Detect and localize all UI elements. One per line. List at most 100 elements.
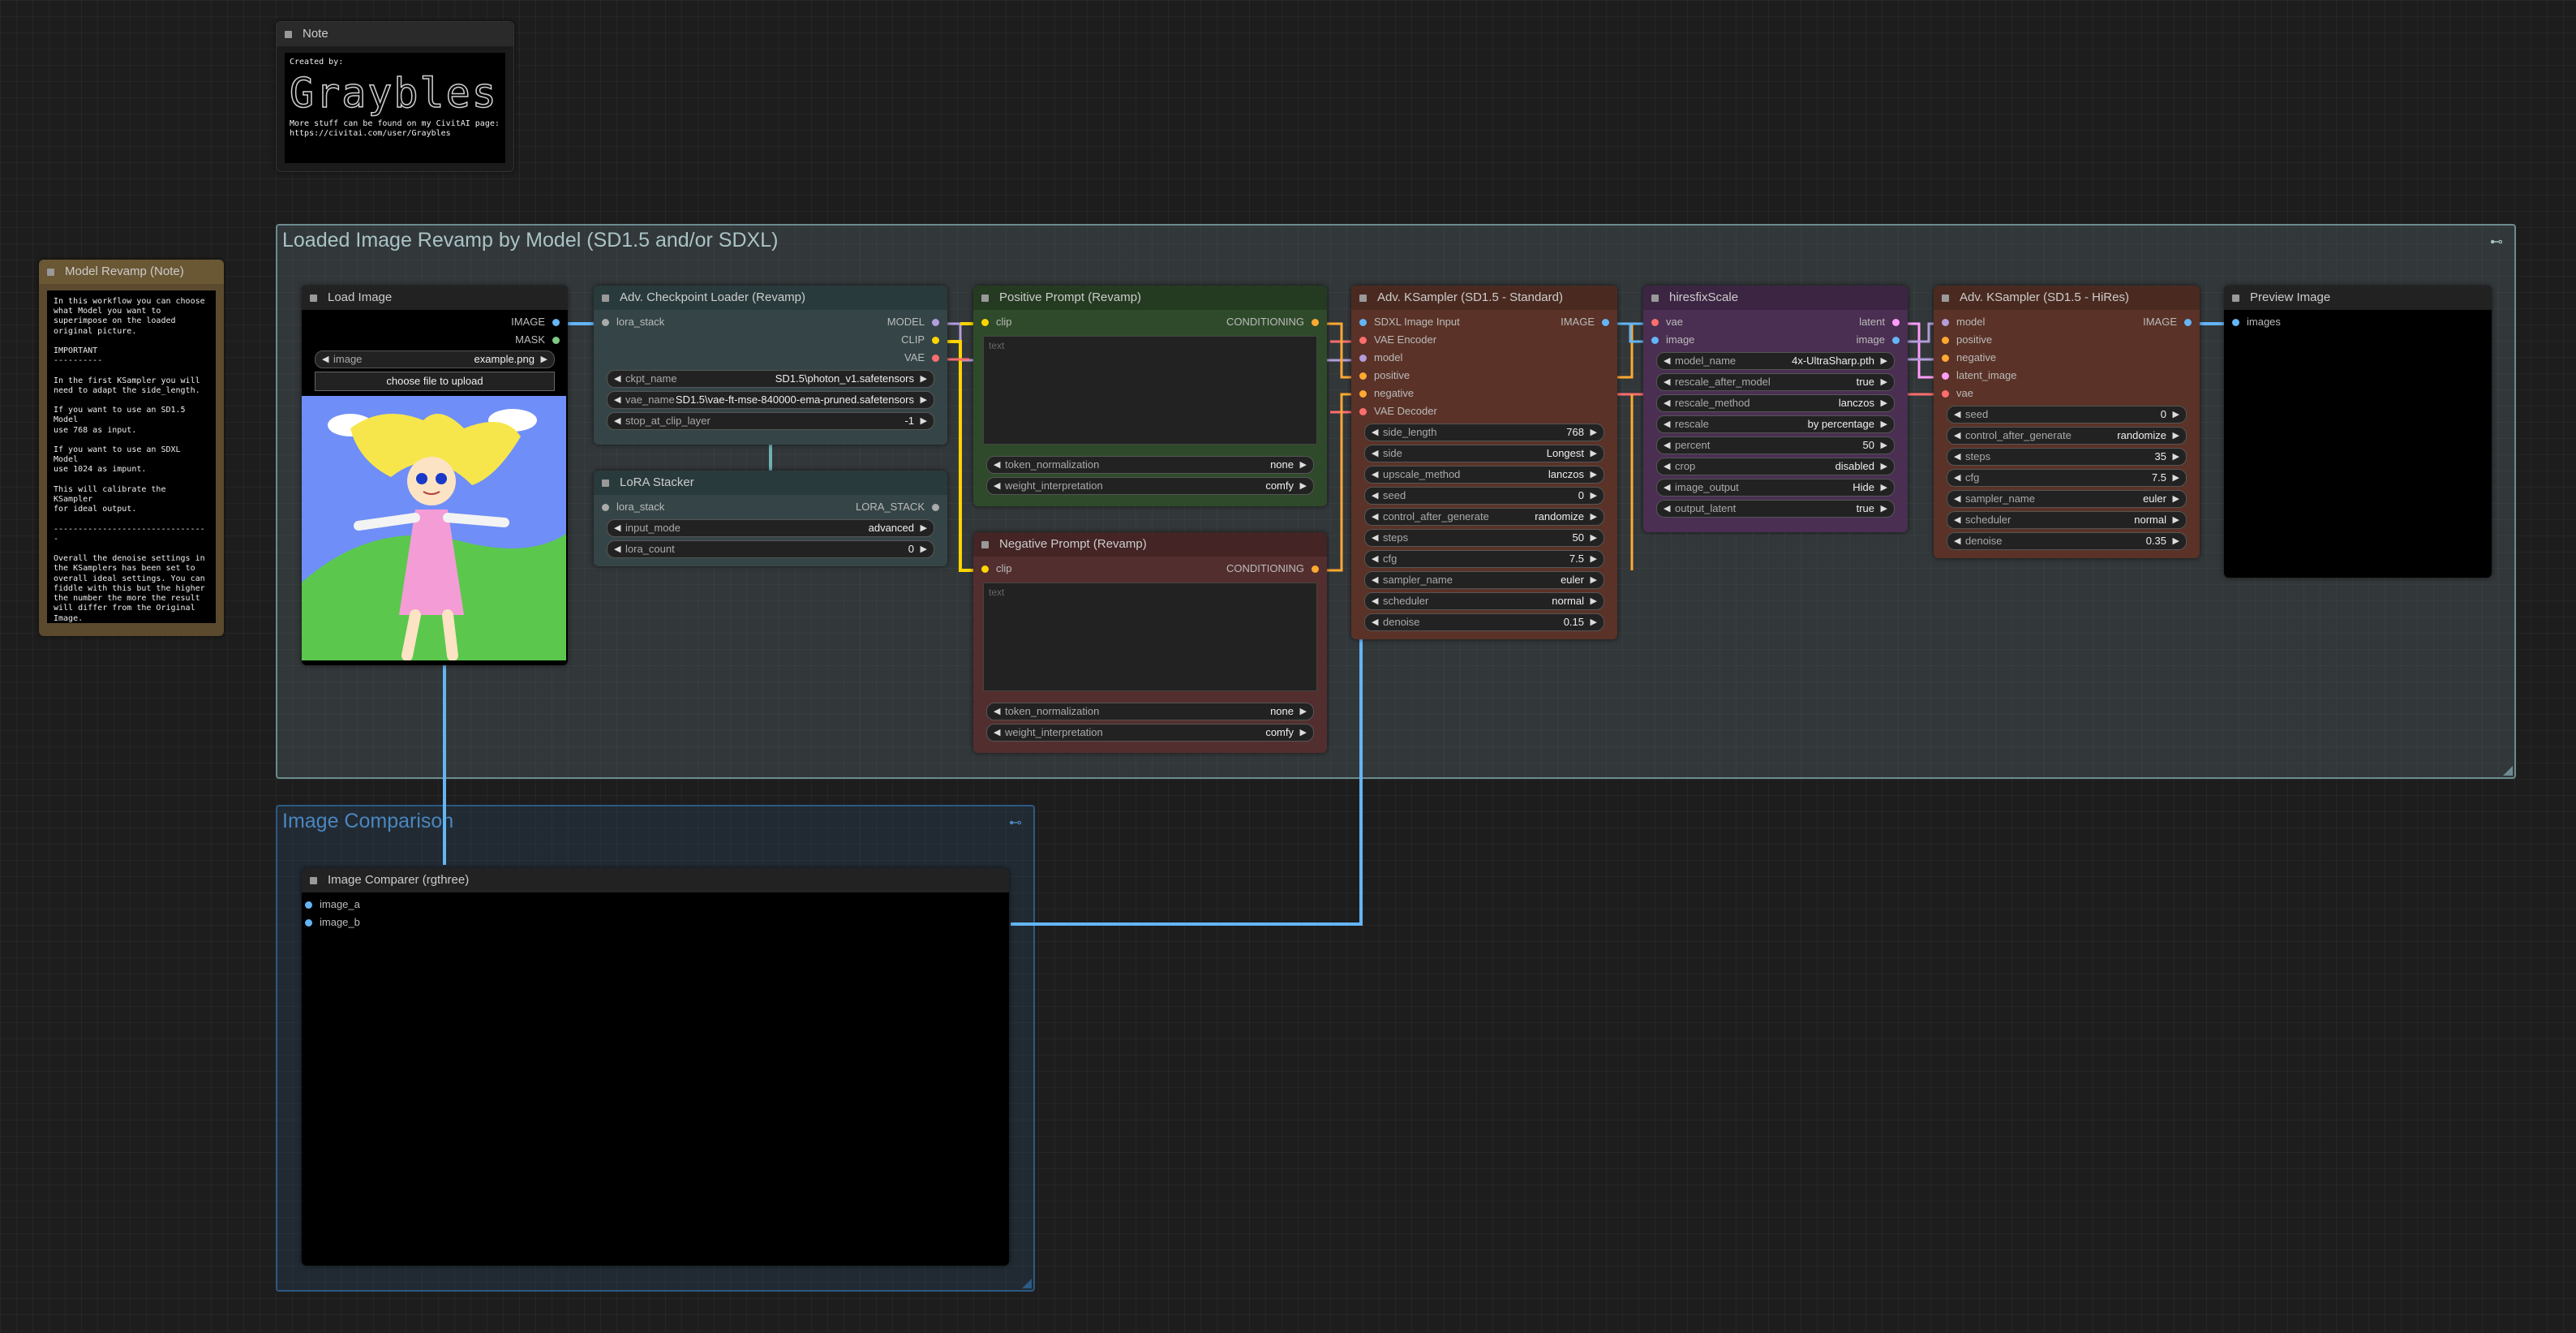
input-model[interactable]: model [1942,313,1985,331]
input-vae-encoder[interactable]: VAE Encoder [1359,331,1436,349]
input-image[interactable]: image [1651,331,1694,349]
cfg-input[interactable]: ◀ cfg 7.5 ▶ [1947,469,2187,487]
negative-prompt-node[interactable]: Negative Prompt (Revamp) clip CONDITIONI… [973,532,1327,753]
positive-prompt-node[interactable]: Positive Prompt (Revamp) clip CONDITIONI… [973,286,1327,506]
denoise-input[interactable]: ◀ denoise 0.35 ▶ [1947,532,2187,550]
rescale-method-select[interactable]: ◀ rescale_method lanczos ▶ [1656,394,1895,412]
steps-input[interactable]: ◀ steps 35 ▶ [1947,448,2187,466]
node-title-bar[interactable]: Positive Prompt (Revamp) [973,286,1327,310]
control-after-generate-select[interactable]: ◀ control_after_generate randomize ▶ [1947,427,2187,445]
node-title-bar[interactable]: Model Revamp (Note) [39,260,224,284]
collapse-dot-icon[interactable] [1359,295,1367,302]
input-negative[interactable]: negative [1359,385,1414,402]
stop-at-clip-layer-input[interactable]: ◀ stop_at_clip_layer -1 ▶ [607,412,934,430]
token-normalization-select[interactable]: ◀ token_normalization none ▶ [986,456,1314,474]
input-latent-image[interactable]: latent_image [1942,367,2016,385]
positive-prompt-textarea[interactable]: text [983,336,1317,445]
node-title-bar[interactable]: Adv. KSampler (SD1.5 - HiRes) [1934,286,2200,310]
model-revamp-note-node[interactable]: Model Revamp (Note) In this workflow you… [39,260,224,636]
input-image-b[interactable]: image_b [305,914,360,931]
collapse-dot-icon[interactable] [47,269,54,276]
note-content[interactable]: Created by: Graybles More stuff can be f… [285,53,505,163]
output-clip[interactable]: CLIP [901,331,939,349]
hiresfix-scale-node[interactable]: hiresfixScale vae latent image image ◀ mo… [1643,286,1908,532]
input-vae[interactable]: vae [1942,385,1973,402]
input-lora-stack[interactable]: lora_stack [602,498,664,516]
sampler-name-select[interactable]: ◀ sampler_name euler ▶ [1947,490,2187,508]
collapse-dot-icon[interactable] [1942,295,1949,302]
ckpt-name-select[interactable]: ◀ ckpt_name SD1.5\photon_v1.safetensors ▶ [607,370,934,388]
ksampler-hires-node[interactable]: Adv. KSampler (SD1.5 - HiRes) model IMAG… [1934,286,2200,558]
steps-input[interactable]: ◀ steps 50 ▶ [1364,529,1604,547]
input-clip[interactable]: clip [981,560,1012,578]
node-title-bar[interactable]: Adv. KSampler (SD1.5 - Standard) [1351,286,1617,310]
image-output-select[interactable]: ◀ image_output Hide ▶ [1656,479,1895,497]
node-title-bar[interactable]: Note [277,22,513,46]
lora-count-input[interactable]: ◀ lora_count 0 ▶ [607,540,934,558]
group-collapse-icon[interactable]: ⊷ [1009,815,1022,831]
input-images[interactable]: images [2232,313,2281,331]
token-normalization-select[interactable]: ◀ token_normalization none ▶ [986,703,1314,720]
note-text-area[interactable]: In this workflow you can choose what Mod… [47,290,216,623]
collapse-dot-icon[interactable] [285,31,292,38]
output-image[interactable]: IMAGE [2143,313,2192,331]
ksampler-standard-node[interactable]: Adv. KSampler (SD1.5 - Standard) SDXL Im… [1351,286,1617,639]
checkpoint-loader-node[interactable]: Adv. Checkpoint Loader (Revamp) lora_sta… [594,286,947,445]
node-title-bar[interactable]: Image Comparer (rgthree) [302,868,1009,892]
input-positive[interactable]: positive [1359,367,1410,385]
denoise-input[interactable]: ◀ denoise 0.15 ▶ [1364,613,1604,631]
input-sdxl-image[interactable]: SDXL Image Input [1359,313,1460,331]
node-title-bar[interactable]: Load Image [302,286,568,310]
seed-input[interactable]: ◀ seed 0 ▶ [1947,406,2187,424]
lora-stacker-node[interactable]: LoRA Stacker lora_stack LORA_STACK ◀ inpu… [594,471,947,566]
collapse-dot-icon[interactable] [310,877,317,884]
seed-input[interactable]: ◀ seed 0 ▶ [1364,487,1604,505]
input-clip[interactable]: clip [981,313,1012,331]
input-negative[interactable]: negative [1942,349,1996,367]
output-image[interactable]: IMAGE [1561,313,1609,331]
sampler-name-select[interactable]: ◀ sampler_name euler ▶ [1364,571,1604,589]
collapse-dot-icon[interactable] [1651,295,1659,302]
output-conditioning[interactable]: CONDITIONING [1226,313,1319,331]
input-model[interactable]: model [1359,349,1402,367]
note-node[interactable]: Note Created by: Graybles More stuff can… [276,21,514,172]
upload-button[interactable]: choose file to upload [315,372,555,391]
output-mask[interactable]: MASK [515,331,560,349]
scheduler-select[interactable]: ◀ scheduler normal ▶ [1947,511,2187,529]
control-after-generate-select[interactable]: ◀ control_after_generate randomize ▶ [1364,508,1604,526]
output-image[interactable]: image [1857,331,1900,349]
node-title-bar[interactable]: Preview Image [2224,286,2492,310]
preview-image-node[interactable]: Preview Image images [2224,286,2492,578]
output-model[interactable]: MODEL [887,313,939,331]
input-positive[interactable]: positive [1942,331,1992,349]
output-image[interactable]: IMAGE [511,313,560,331]
group-resize-handle[interactable] [2503,766,2513,776]
node-title-bar[interactable]: Negative Prompt (Revamp) [973,532,1327,557]
node-title-bar[interactable]: hiresfixScale [1643,286,1908,310]
input-lora-stack[interactable]: lora_stack [602,313,664,331]
input-image-a[interactable]: image_a [305,896,360,914]
scheduler-select[interactable]: ◀ scheduler normal ▶ [1364,592,1604,610]
output-conditioning[interactable]: CONDITIONING [1226,560,1319,578]
input-mode-select[interactable]: ◀ input_mode advanced ▶ [607,519,934,537]
side-length-input[interactable]: ◀ side_length 768 ▶ [1364,424,1604,441]
crop-select[interactable]: ◀ crop disabled ▶ [1656,458,1895,475]
load-image-node[interactable]: Load Image IMAGE MASK ◀ image example.png ▶… [302,286,568,665]
image-comparer-node[interactable]: Image Comparer (rgthree) image_a image_b [302,868,1009,1266]
collapse-dot-icon[interactable] [602,479,609,487]
rescale-select[interactable]: ◀ rescale by percentage ▶ [1656,415,1895,433]
output-latent-toggle[interactable]: ◀ output_latent true ▶ [1656,500,1895,518]
input-vae-decoder[interactable]: VAE Decoder [1359,402,1437,420]
upscale-method-select[interactable]: ◀ upscale_method lanczos ▶ [1364,466,1604,484]
image-select[interactable]: ◀ image example.png ▶ [315,350,555,368]
collapse-dot-icon[interactable] [981,541,989,548]
cfg-input[interactable]: ◀ cfg 7.5 ▶ [1364,550,1604,568]
vae-name-select[interactable]: ◀ vae_name SD1.5\vae-ft-mse-840000-ema-pru… [607,391,934,409]
input-vae[interactable]: vae [1651,313,1683,331]
group-resize-handle[interactable] [1022,1279,1032,1288]
output-vae[interactable]: VAE [904,349,939,367]
weight-interpretation-select[interactable]: ◀ weight_interpretation comfy ▶ [986,477,1314,495]
percent-input[interactable]: ◀ percent 50 ▶ [1656,436,1895,454]
collapse-dot-icon[interactable] [2232,295,2239,302]
negative-prompt-textarea[interactable]: text [983,583,1317,691]
